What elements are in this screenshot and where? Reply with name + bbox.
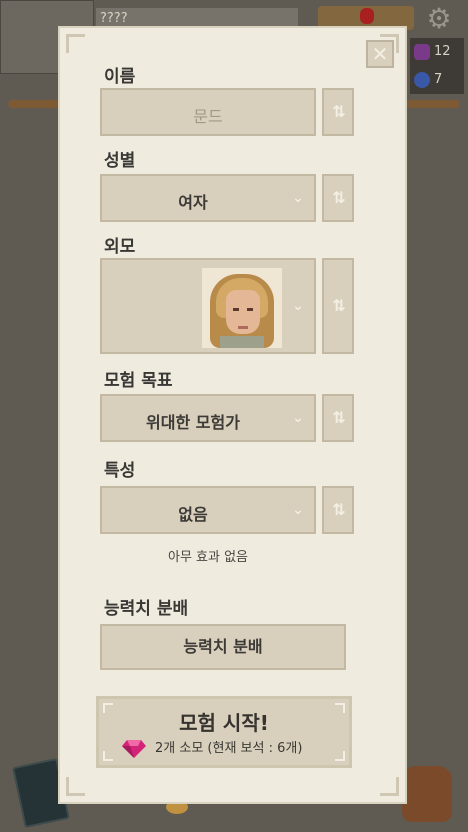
stats-label: 능력치 분배 <box>104 599 189 619</box>
trait-value: 없음 <box>178 505 208 524</box>
reroll-gender-button[interactable]: ⇅ <box>322 174 354 222</box>
gender-label: 성별 <box>104 151 136 171</box>
ring-counter: 7 <box>410 66 464 94</box>
chevron-down-icon: ⌄ <box>292 298 304 314</box>
reroll-icon: ⇅ <box>332 188 346 207</box>
portrait-eye <box>247 308 253 311</box>
bag-icon[interactable] <box>402 766 452 822</box>
portrait-mouth <box>238 326 248 329</box>
frame-corner <box>380 777 399 796</box>
close-button[interactable]: ✕ <box>366 40 394 68</box>
gem-cost-text: 2개 소모 (현재 보석 : 6개) <box>155 741 303 756</box>
name-value: 문드 <box>193 107 223 126</box>
reroll-appearance-button[interactable]: ⇅ <box>322 258 354 354</box>
wooden-stick-left <box>8 100 60 108</box>
character-portrait <box>202 268 282 348</box>
character-creation-dialog: ✕ 이름 문드 ⇅ 성별 여자 ⌄ ⇅ 외모 ⌄ ⇅ 모험 목표 위대한 모험가… <box>58 26 407 804</box>
distribute-stats-button[interactable]: 능력치 분배 <box>100 624 346 670</box>
name-input[interactable]: 문드 <box>100 88 316 136</box>
reroll-icon: ⇅ <box>332 296 346 315</box>
trait-dropdown[interactable]: 없음 ⌄ <box>100 486 316 534</box>
gem-icon <box>122 740 146 758</box>
reroll-trait-button[interactable]: ⇅ <box>322 486 354 534</box>
button-corner <box>103 751 113 761</box>
start-adventure-button[interactable]: 모험 시작! 2개 소모 (현재 보석 : 6개) <box>96 696 352 768</box>
chevron-down-icon: ⌄ <box>292 410 304 426</box>
chevron-down-icon: ⌄ <box>292 190 304 206</box>
wax-seal-icon <box>360 8 374 24</box>
frame-corner <box>66 777 85 796</box>
goal-dropdown[interactable]: 위대한 모험가 ⌄ <box>100 394 316 442</box>
goal-label: 모험 목표 <box>104 371 173 391</box>
gem-counter: 12 <box>410 38 464 66</box>
reroll-icon: ⇅ <box>332 500 346 519</box>
chevron-down-icon: ⌄ <box>292 502 304 518</box>
portrait-eye <box>233 308 239 311</box>
reroll-icon: ⇅ <box>332 102 346 121</box>
reroll-icon: ⇅ <box>332 408 346 427</box>
purple-gem-icon <box>414 44 430 60</box>
portrait-collar <box>220 336 264 348</box>
appearance-label: 외모 <box>104 237 136 257</box>
wooden-stick-right <box>406 100 460 108</box>
gender-dropdown[interactable]: 여자 ⌄ <box>100 174 316 222</box>
frame-corner <box>66 34 85 53</box>
gear-icon[interactable]: ⚙ <box>424 4 454 34</box>
ring-count: 7 <box>434 72 443 87</box>
gender-value: 여자 <box>178 193 208 212</box>
appearance-dropdown[interactable]: ⌄ <box>100 258 316 354</box>
trait-description: 아무 효과 없음 <box>167 550 249 565</box>
trait-label: 특성 <box>104 461 136 481</box>
goal-value: 위대한 모험가 <box>146 413 240 432</box>
start-adventure-label: 모험 시작! <box>179 711 269 735</box>
reroll-goal-button[interactable]: ⇅ <box>322 394 354 442</box>
name-label: 이름 <box>104 67 136 87</box>
gem-count: 12 <box>434 44 451 59</box>
gem-cost: 2개 소모 (현재 보석 : 6개) <box>121 739 339 759</box>
reroll-name-button[interactable]: ⇅ <box>322 88 354 136</box>
blue-ring-icon <box>414 72 430 88</box>
